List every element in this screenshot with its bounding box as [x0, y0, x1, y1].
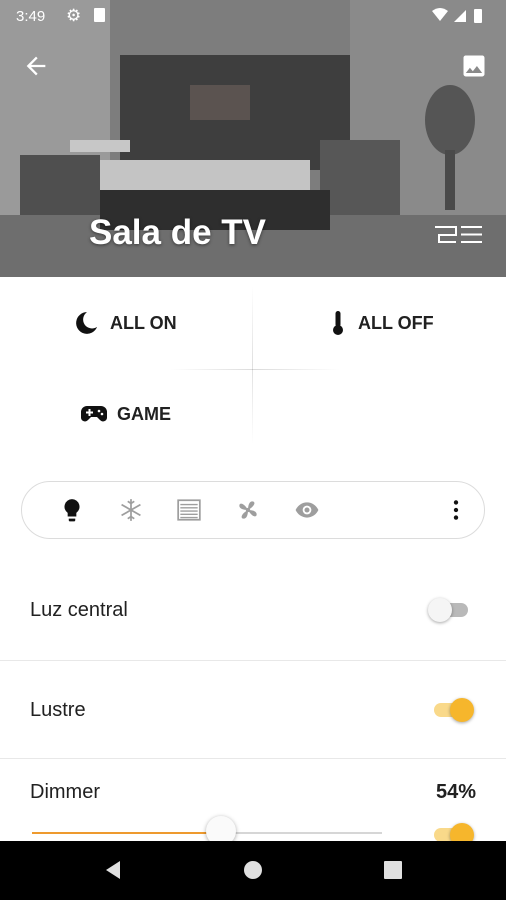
toggle-thumb: [450, 698, 474, 722]
snowflake-icon[interactable]: [118, 497, 144, 523]
lustre-toggle[interactable]: [430, 698, 474, 722]
dimmer-slider[interactable]: [32, 816, 382, 846]
more-vert-icon[interactable]: [443, 497, 469, 523]
fan-icon[interactable]: [235, 497, 261, 523]
scene-label: GAME: [117, 403, 171, 424]
settings-status-icon: ⚙: [66, 6, 82, 25]
scene-game-button[interactable]: GAME: [81, 403, 171, 425]
scene-all-off-button[interactable]: ALL OFF: [328, 310, 434, 336]
slider-fill: [32, 832, 221, 834]
scene-grid-divider: [252, 285, 253, 445]
gamepad-icon: [81, 406, 107, 422]
back-arrow-icon[interactable]: [22, 52, 50, 80]
luz-central-toggle[interactable]: [428, 598, 472, 622]
moon-icon: [76, 312, 98, 334]
lightbulb-icon[interactable]: [59, 497, 85, 523]
room-title: Sala de TV: [89, 213, 267, 252]
row-divider: [0, 758, 506, 759]
scene-all-on-button[interactable]: ALL ON: [74, 310, 177, 336]
nav-recents-icon[interactable]: [381, 858, 405, 882]
nav-home-icon[interactable]: [241, 858, 265, 882]
status-time: 3:49: [16, 8, 46, 25]
dimmer-value: 54%: [435, 781, 476, 803]
image-icon[interactable]: [460, 52, 488, 80]
scene-label: ALL OFF: [358, 312, 434, 333]
sd-card-icon: [94, 8, 105, 22]
scene-grid-divider: [170, 369, 340, 370]
thermometer-icon: [333, 311, 343, 335]
shutter-icon[interactable]: [176, 497, 202, 523]
eye-icon[interactable]: [294, 497, 320, 523]
status-bar: 3:49 ⚙: [0, 0, 506, 32]
device-label-dimmer: Dimmer: [30, 781, 100, 803]
scene-label: ALL ON: [110, 312, 177, 333]
room-header-image: 3:49 ⚙ Sala de TV: [0, 0, 506, 277]
toggle-thumb: [428, 598, 452, 622]
brand-logo-icon: [435, 226, 482, 243]
row-divider: [0, 660, 506, 661]
nav-back-icon[interactable]: [101, 858, 125, 882]
device-label-lustre: Lustre: [30, 699, 86, 721]
status-icons: [430, 6, 490, 30]
device-type-filter-bar: [21, 481, 485, 539]
wifi-signal-battery-icon: [432, 8, 482, 23]
device-label-luz-central: Luz central: [30, 599, 128, 621]
system-navigation-bar: [0, 841, 506, 900]
